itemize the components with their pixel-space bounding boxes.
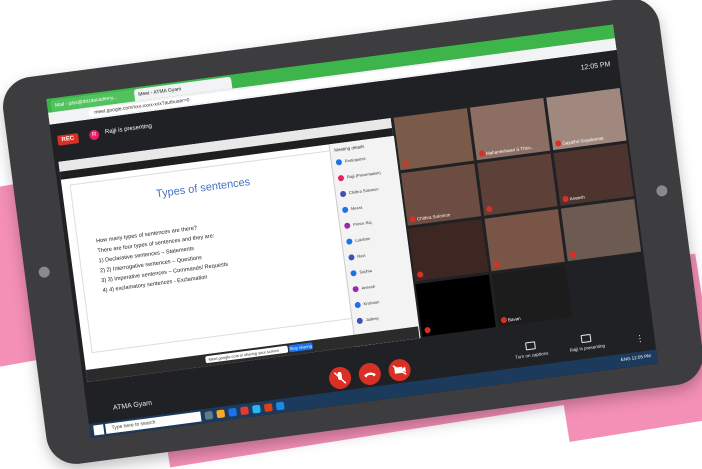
meeting-name: ATMA Gyam (112, 399, 153, 412)
participant-dot-icon (339, 190, 347, 198)
shared-screen: Types of sentences How many types of sen… (58, 118, 421, 382)
store-icon[interactable] (228, 407, 238, 417)
chrome-icon[interactable] (240, 406, 250, 416)
participant-row[interactable]: Rajji (Presentation) (337, 168, 394, 182)
participant-tile[interactable] (408, 219, 489, 282)
recording-badge: REC (57, 133, 79, 146)
camera-button[interactable] (387, 357, 412, 383)
mic-muted-icon (500, 316, 508, 324)
mic-muted-icon (493, 261, 500, 268)
word-icon[interactable] (275, 401, 285, 411)
leave-call-button[interactable] (357, 361, 383, 387)
participant-dot-icon (356, 317, 364, 325)
mic-muted-icon (409, 215, 417, 223)
more-options-icon[interactable]: ⋮ (635, 333, 645, 345)
participant-dot-icon (343, 222, 351, 230)
presentation-slide: Types of sentences How many types of sen… (69, 150, 354, 354)
participant-tile[interactable] (477, 153, 558, 216)
participant-dot-icon (350, 269, 357, 277)
mic-button[interactable] (327, 365, 353, 391)
participant-row[interactable]: Participants (335, 152, 392, 166)
participant-tile[interactable]: Gayathri Gopakumar (546, 87, 627, 151)
edge-icon[interactable] (251, 404, 261, 414)
participant-dot-icon (335, 158, 343, 166)
participant-row[interactable]: Ravi (348, 248, 404, 262)
participant-dot-icon (341, 206, 349, 214)
participant-tile[interactable] (484, 209, 565, 272)
mic-muted-icon (485, 205, 493, 213)
presenting-text: Rajji is presenting (104, 123, 153, 136)
participant-row[interactable]: Krishnan (354, 295, 410, 309)
camera-off-icon (392, 365, 407, 375)
camera-left (38, 265, 51, 279)
participant-row[interactable]: Chithra Solomon (339, 184, 396, 198)
tablet-device: Mail - jobs@drizitacademy... Meet - ATMA… (0, 0, 702, 469)
sharing-status-text: Meet.google.com is sharing your screen (205, 345, 289, 364)
camera-right (655, 184, 669, 198)
presenter-avatar: R (88, 129, 100, 141)
powerpoint-icon[interactable] (263, 403, 273, 413)
mic-muted-icon (569, 251, 577, 258)
present-icon (580, 333, 592, 344)
participant-row[interactable]: Meera (341, 200, 398, 214)
participant-dot-icon (354, 301, 362, 309)
stop-sharing-button[interactable]: Stop sharing (288, 342, 314, 353)
participant-row[interactable]: Aneesh (352, 279, 408, 293)
windows-start-icon[interactable] (93, 424, 105, 436)
participant-tile[interactable] (568, 254, 649, 317)
participant-tile[interactable] (415, 274, 496, 337)
hangup-icon (363, 372, 376, 378)
captions-icon (525, 341, 536, 351)
meeting-time: 12:05 PM (580, 60, 611, 72)
file-explorer-icon[interactable] (216, 409, 226, 419)
mic-muted-icon (478, 150, 486, 157)
mic-muted-icon (424, 326, 431, 334)
participant-dot-icon (345, 238, 353, 245)
participants-panel-title: Meeting details (333, 143, 365, 153)
captions-button[interactable]: Turn on captions (508, 339, 554, 361)
participant-dot-icon (337, 174, 345, 182)
participant-tile[interactable]: Chithra Solomon (400, 163, 482, 226)
tablet-body: Mail - jobs@drizitacademy... Meet - ATMA… (0, 0, 702, 468)
participant-row[interactable]: Sophia (350, 263, 406, 277)
system-tray: ENG 12:05 PM (620, 353, 652, 363)
participant-dot-icon (352, 285, 359, 293)
tablet-screen: Mail - jobs@drizitacademy... Meet - ATMA… (46, 24, 658, 438)
mic-muted-icon (554, 140, 562, 147)
participant-tile[interactable] (560, 199, 642, 262)
presenting-button[interactable]: Rajji is presenting (564, 332, 610, 354)
mic-muted-icon (562, 195, 570, 203)
participant-tile[interactable]: Bavan (491, 264, 573, 327)
participant-tile[interactable]: Mahaneshwari S Thiru.. (469, 98, 551, 161)
task-view-icon[interactable] (204, 410, 214, 420)
participant-row[interactable]: Prince Raj (343, 216, 400, 230)
participant-tile[interactable]: Aneesh (553, 143, 634, 206)
mic-off-icon (333, 371, 347, 384)
mic-muted-icon (402, 160, 410, 167)
participant-row[interactable]: Jadeep (356, 311, 412, 325)
mic-muted-icon (416, 271, 424, 278)
participant-dot-icon (348, 254, 355, 261)
participant-row[interactable]: Lakshmi (345, 232, 402, 246)
participant-tile[interactable] (393, 108, 474, 171)
participant-grid: Mahaneshwari S Thiru.. Gayathri Gopakuma… (393, 87, 649, 338)
